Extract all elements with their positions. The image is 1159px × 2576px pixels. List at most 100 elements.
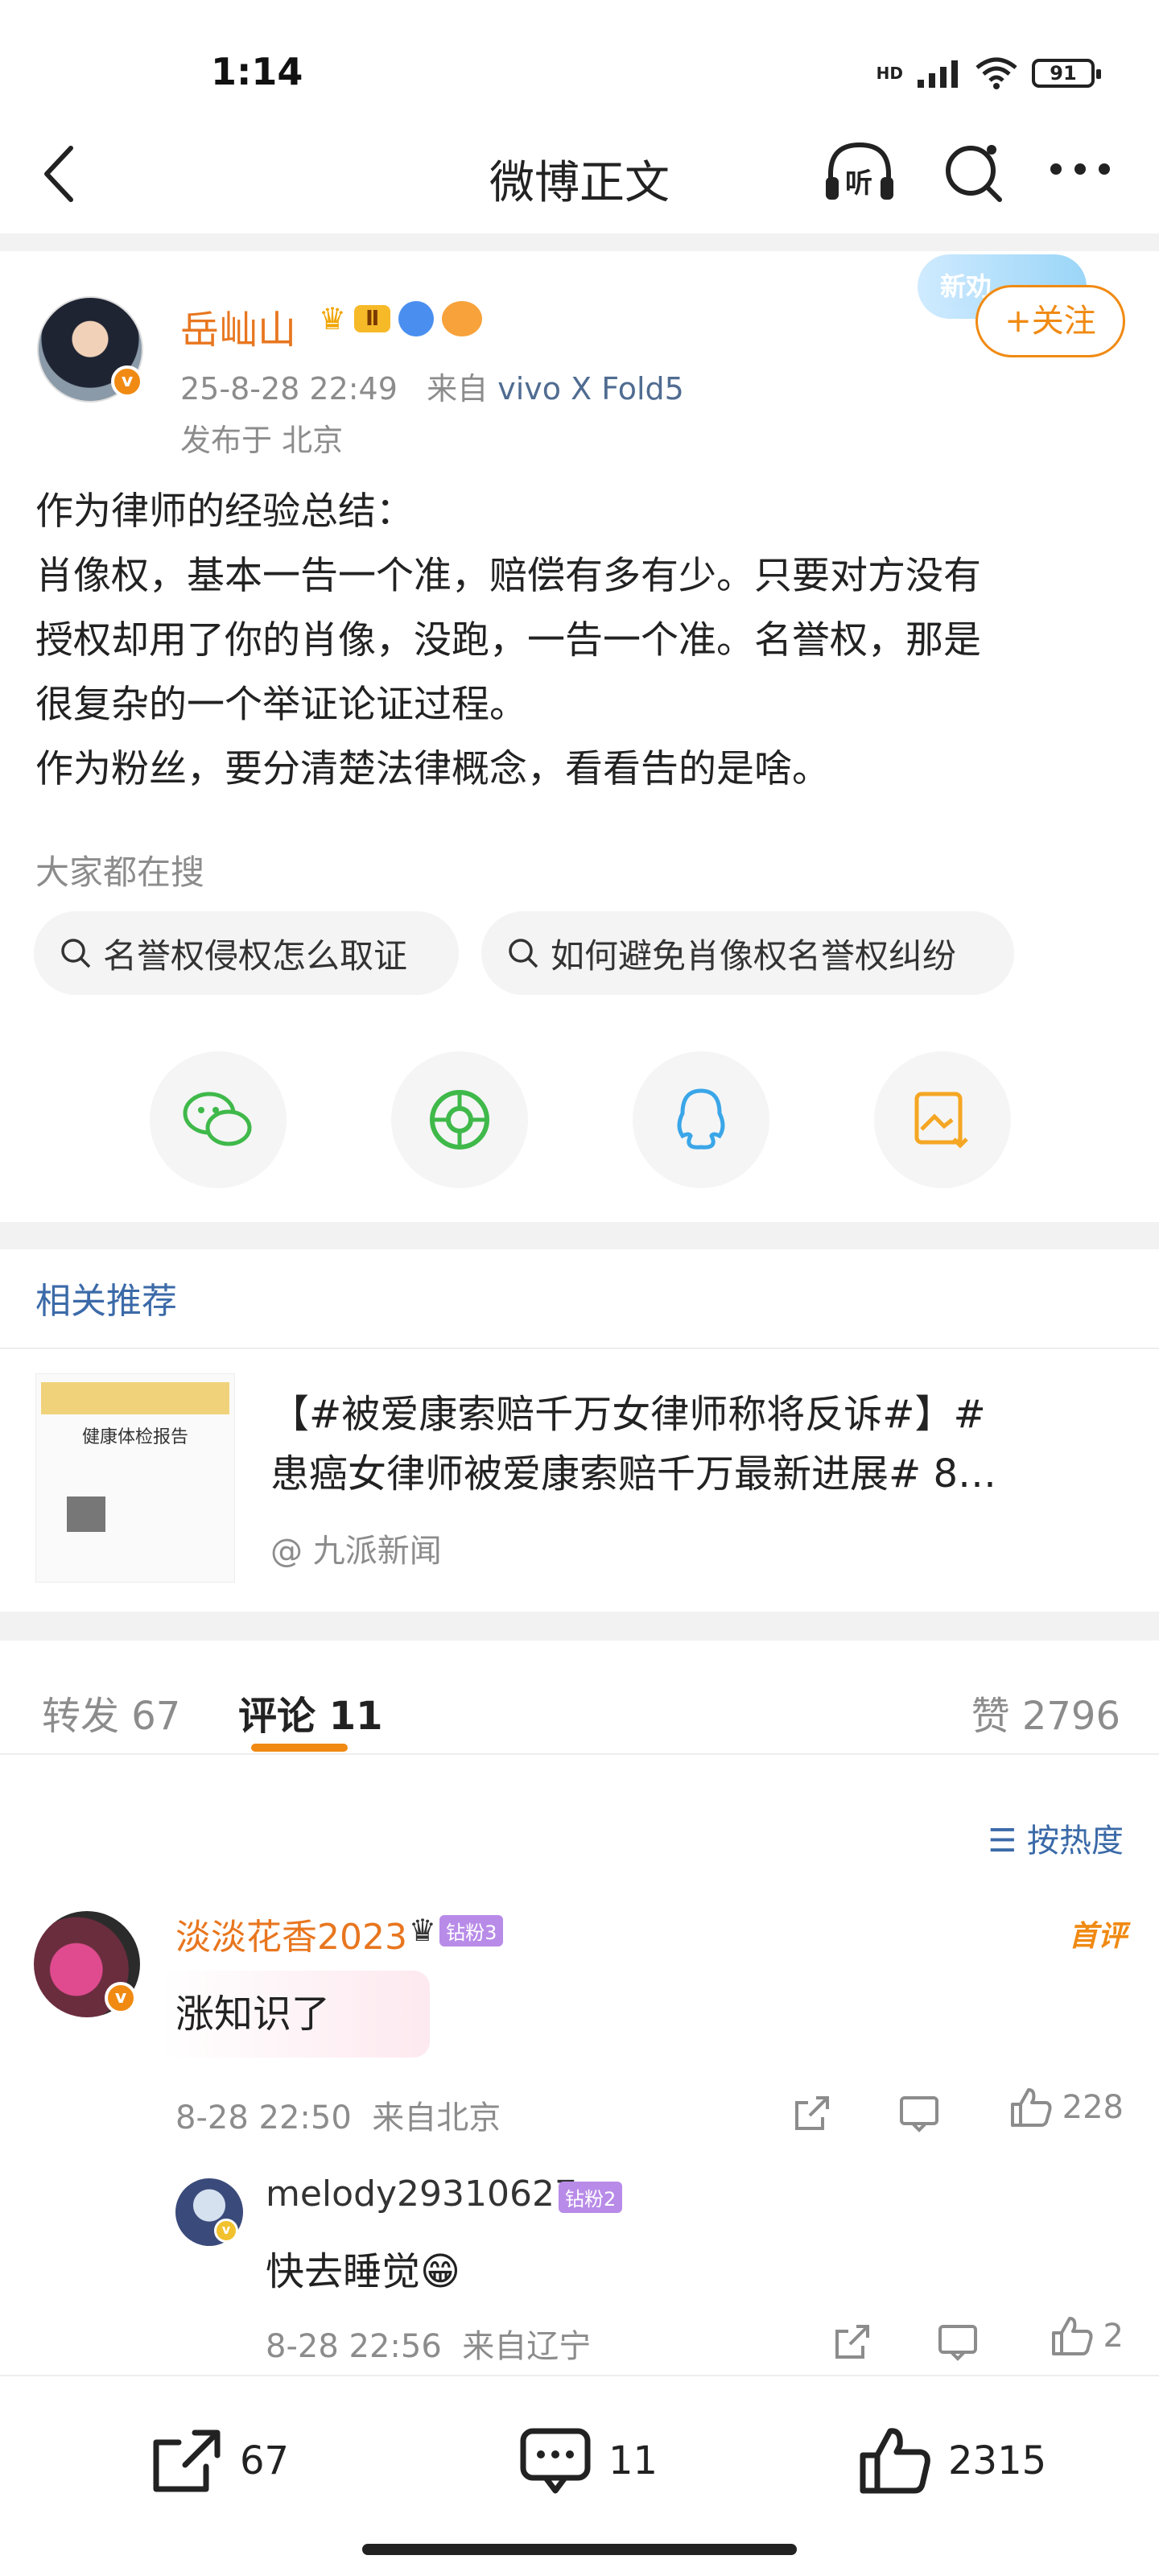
thumbs-up-icon xyxy=(1051,2317,1093,2355)
comment-bubble-icon xyxy=(520,2428,591,2494)
like-count: 228 xyxy=(1062,2089,1124,2126)
tab-comments[interactable]: 评论 11 xyxy=(238,1684,383,1740)
sort-button[interactable]: ☰ 按热度 xyxy=(988,1814,1124,1861)
search-chip[interactable]: 名誉权侵权怎么取证 xyxy=(34,911,459,995)
fish-icon xyxy=(442,301,483,336)
repost-count: 67 xyxy=(240,2438,290,2483)
comment-text: 涨知识了 xyxy=(175,1992,331,2037)
post-line: 作为粉丝，要分清楚法律概念，看看告的是啥。 xyxy=(35,747,830,791)
tab-likes[interactable]: 赞 2796 xyxy=(971,1684,1120,1740)
repost-button[interactable]: 67 xyxy=(150,2426,289,2496)
related-thumbnail[interactable]: 健康体检报告 xyxy=(35,1373,235,1583)
author-name[interactable]: 岳屾山 xyxy=(180,298,296,354)
like-button[interactable]: 2315 xyxy=(858,2426,1046,2496)
search-icon[interactable] xyxy=(940,138,1008,206)
post-line: 授权却用了你的肖像，没跑，一告一个准。名誉权，那是 xyxy=(35,618,981,663)
divider xyxy=(0,1222,1159,1249)
verified-badge: v xyxy=(105,1982,137,2014)
verified-badge: v xyxy=(214,2219,238,2243)
post-meta: 25-8-28 22:49 来自 vivo X Fold5 xyxy=(180,364,684,408)
sort-icon: ☰ xyxy=(988,1823,1017,1860)
fan-badge: 钻粉2 xyxy=(559,2182,623,2213)
post-location: 发布于 北京 xyxy=(180,423,344,458)
thumb-text: 健康体检报告 xyxy=(81,1427,188,1447)
comment-meta: 8-28 22:56 来自辽宁 xyxy=(266,2320,591,2367)
tab-repost[interactable]: 转发 67 xyxy=(42,1684,180,1740)
battery-indicator: 91 xyxy=(1032,59,1101,88)
listen-label: 听 xyxy=(845,167,872,200)
like-count: 2315 xyxy=(948,2438,1047,2483)
comment-icon[interactable] xyxy=(898,2095,940,2133)
search-chip-label: 名誉权侵权怎么取证 xyxy=(103,935,408,976)
commenter-badges: 钻粉2 xyxy=(559,2182,623,2213)
post-source[interactable]: vivo X Fold5 xyxy=(497,371,684,407)
moments-icon xyxy=(430,1090,489,1150)
signal-icon xyxy=(918,60,958,88)
wechat-icon xyxy=(183,1092,252,1146)
share-wechat-button[interactable] xyxy=(150,1051,287,1188)
comment-icon[interactable] xyxy=(937,2323,979,2362)
status-time: 1:14 xyxy=(211,50,303,93)
related-source: @ 九派新闻 xyxy=(270,1533,442,1570)
level-badge: Ⅱ xyxy=(354,305,391,332)
commenter-name[interactable]: 淡淡花香2023 xyxy=(175,1908,407,1959)
commenter-badges: ♛ 钻粉3 xyxy=(409,1913,504,1948)
thumbs-up-icon xyxy=(860,2428,930,2494)
thumb-banner xyxy=(41,1382,229,1414)
listen-button[interactable]: 听 xyxy=(821,137,898,209)
share-icon[interactable] xyxy=(832,2322,872,2362)
post-line: 很复杂的一个举证论证过程。 xyxy=(35,683,527,727)
like-count: 2 xyxy=(1103,2318,1124,2355)
first-comment-tag: 首评 xyxy=(1068,1920,1127,1953)
author-badges: ♛ Ⅱ xyxy=(319,301,483,336)
search-chip[interactable]: 如何避免肖像权名誉权纠纷 xyxy=(481,911,1014,995)
thumb-photo xyxy=(67,1496,105,1532)
save-image-icon xyxy=(914,1092,968,1149)
post-source-prefix: 来自 xyxy=(427,371,489,407)
comment-text: 快去睡觉😁 xyxy=(266,2249,461,2294)
divider xyxy=(0,1612,1159,1641)
share-icon[interactable] xyxy=(792,2093,832,2133)
related-title-line: 患癌女律师被爱康索赔千万最新进展# 8… xyxy=(270,1451,997,1496)
comment-count: 11 xyxy=(608,2438,658,2483)
search-icon xyxy=(61,939,91,968)
search-chip-label: 如何避免肖像权名誉权纠纷 xyxy=(551,935,957,976)
search-icon xyxy=(509,939,538,968)
comment-time: 8-28 22:50 xyxy=(175,2099,352,2136)
sort-label: 按热度 xyxy=(1027,1823,1124,1860)
repost-icon xyxy=(153,2429,221,2492)
post-line: 作为律师的经验总结： xyxy=(35,489,414,534)
post-line: 肖像权，基本一告一个准，赔偿有多有少。只要对方没有 xyxy=(35,554,981,598)
fan-badge: 钻粉3 xyxy=(439,1914,504,1946)
tab-bar: 转发 67 评论 11 赞 2796 xyxy=(0,1642,1159,1755)
nav-bar: 微博正文 听 xyxy=(0,121,1159,225)
share-qq-button[interactable] xyxy=(633,1051,769,1188)
divider xyxy=(0,1348,1159,1349)
post-body: 作为律师的经验总结： 肖像权，基本一告一个准，赔偿有多有少。只要对方没有 授权却… xyxy=(35,480,1130,802)
verified-badge: v xyxy=(111,365,143,398)
like-button[interactable]: 2 xyxy=(1050,2315,1124,2357)
save-image-button[interactable] xyxy=(874,1051,1011,1188)
like-button[interactable]: 228 xyxy=(1009,2087,1124,2128)
related-heading: 相关推荐 xyxy=(35,1281,177,1322)
comment-location: 来自北京 xyxy=(372,2099,501,2136)
crown-icon: ♛ xyxy=(409,1913,437,1948)
comment-time: 8-28 22:56 xyxy=(266,2328,442,2365)
active-tab-indicator xyxy=(251,1744,348,1752)
status-icons: HD 91 xyxy=(876,56,1101,90)
commenter-name[interactable]: melody29310627 xyxy=(266,2174,577,2215)
comment-meta: 8-28 22:50 来自北京 xyxy=(175,2091,501,2138)
crown-icon: ♛ xyxy=(319,301,347,336)
follow-button[interactable]: +关注 xyxy=(975,285,1125,357)
home-indicator[interactable] xyxy=(362,2544,797,2555)
divider xyxy=(0,233,1159,251)
comment-button[interactable]: 11 xyxy=(518,2426,658,2496)
related-title[interactable]: 【#被爱康索赔千万女律师称将反诉#】# 患癌女律师被爱康索赔千万最新进展# 8… xyxy=(270,1385,1124,1504)
post-time: 25-8-28 22:49 xyxy=(180,371,398,407)
trending-search-label: 大家都在搜 xyxy=(35,852,205,892)
network-label: HD xyxy=(876,64,903,83)
thumbs-up-icon xyxy=(1010,2088,1052,2127)
qq-icon xyxy=(677,1088,725,1150)
more-icon[interactable] xyxy=(1046,159,1114,179)
share-moments-button[interactable] xyxy=(391,1051,528,1188)
